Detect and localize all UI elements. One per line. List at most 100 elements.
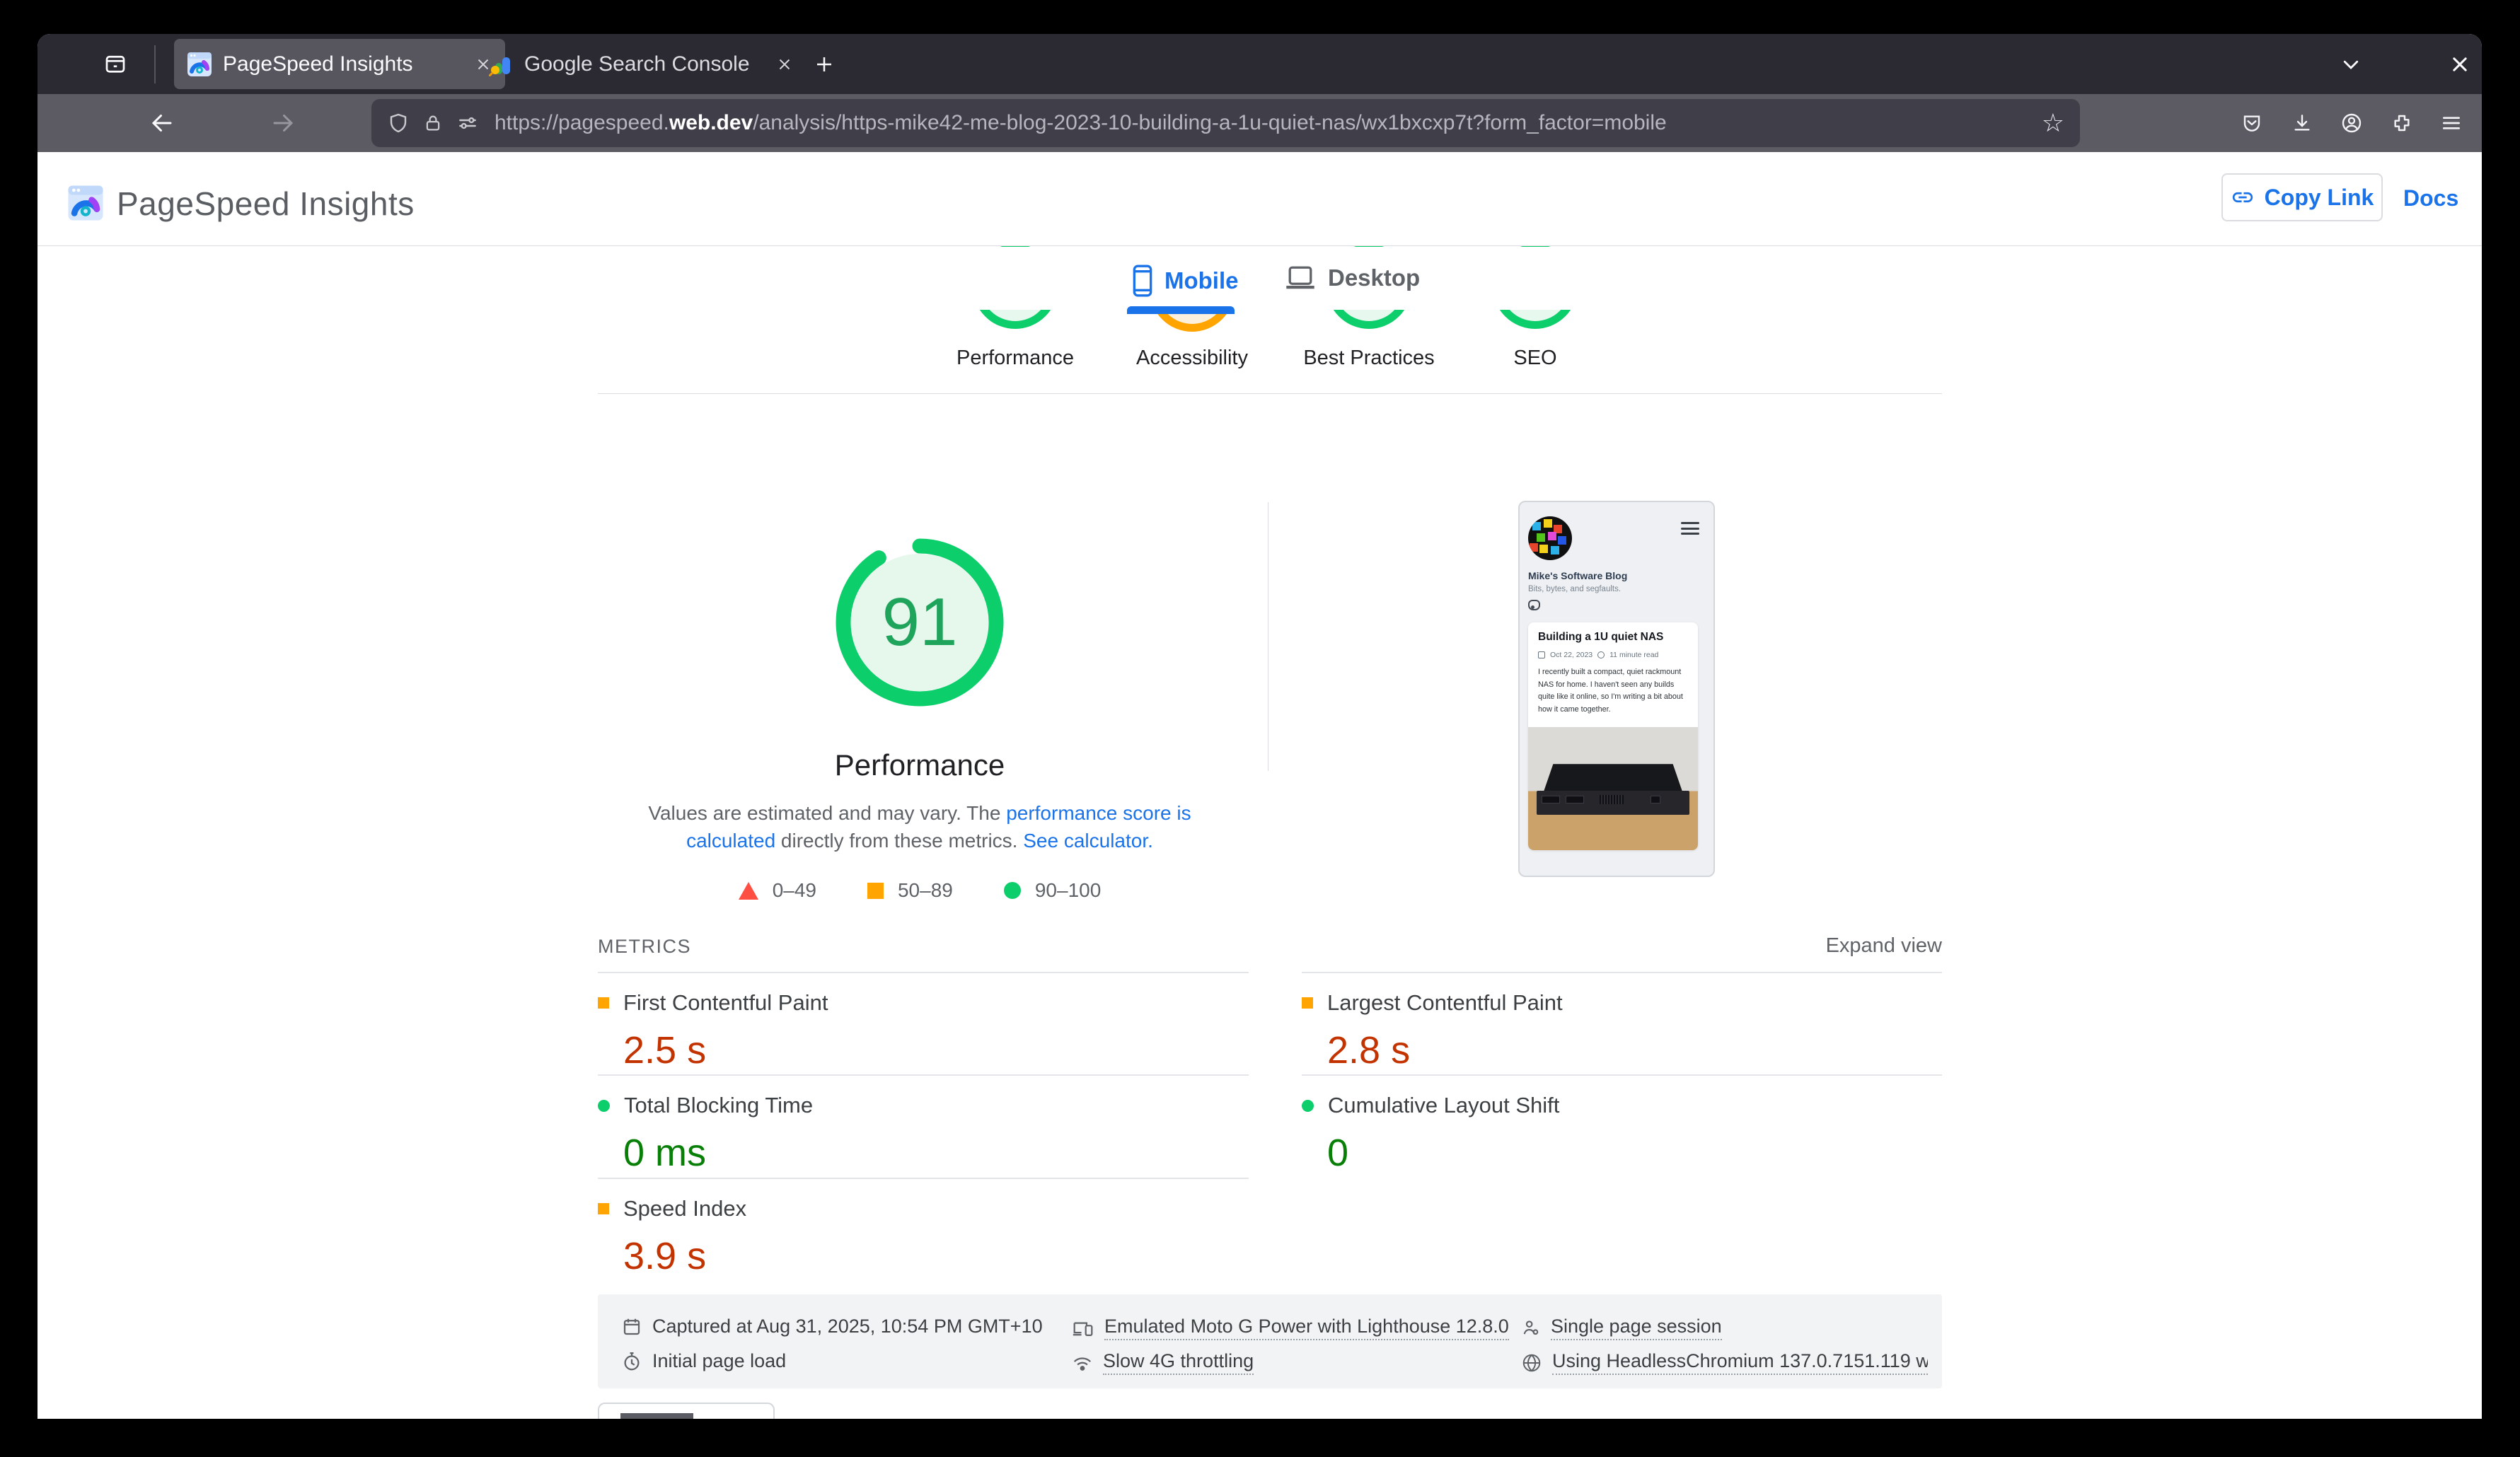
browser-tab-pagespeed[interactable]: PageSpeed Insights: [174, 39, 505, 89]
pagespeed-logo-icon: [67, 185, 104, 221]
thumbnail-site-tagline: Bits, bytes, and segfaults.: [1528, 585, 1621, 593]
device-screenshot-thumbnail[interactable]: Mike's Software Blog Bits, bytes, and se…: [1518, 501, 1715, 877]
browser-window: PageSpeed Insights Google Search Console: [37, 34, 2482, 1419]
metric-value: 2.5 s: [623, 1028, 1249, 1072]
metric-speed-index: Speed Index 3.9 s: [598, 1178, 1249, 1278]
pagespeed-favicon-icon: [187, 52, 212, 77]
orange-square-icon: [598, 1203, 609, 1214]
extensions-icon[interactable]: [2385, 106, 2419, 140]
account-icon[interactable]: [2335, 106, 2369, 140]
expand-view-button[interactable]: Expand view: [1801, 934, 1942, 958]
menu-icon[interactable]: [2434, 106, 2468, 140]
tab-close-icon[interactable]: [775, 55, 794, 74]
tab-desktop-label: Desktop: [1328, 265, 1420, 291]
url-text: https://pagespeed.web.dev/analysis/https…: [495, 111, 2030, 135]
performance-score-gauge: 91: [835, 538, 1005, 707]
thumbnail-server-photo: [1528, 727, 1698, 850]
metrics-heading: METRICS: [598, 936, 691, 958]
back-icon[interactable]: [145, 106, 179, 140]
category-label-seo[interactable]: SEO: [1429, 347, 1641, 370]
navigation-toolbar: https://pagespeed.web.dev/analysis/https…: [37, 94, 2482, 152]
metric-largest-contentful-paint: Largest Contentful Paint 2.8 s: [1302, 972, 1942, 1072]
tab-mobile-label: Mobile: [1164, 267, 1239, 294]
pagespeed-page: PageSpeed Insights Copy Link Docs Mobile: [37, 152, 2482, 1419]
firefox-view-icon[interactable]: [98, 47, 132, 81]
metric-cumulative-layout-shift: Cumulative Layout Shift 0: [1302, 1074, 1942, 1175]
screen: PageSpeed Insights Google Search Console: [0, 0, 2520, 1457]
metric-first-contentful-paint: First Contentful Paint 2.5 s: [598, 972, 1249, 1072]
tab-title: PageSpeed Insights: [223, 52, 413, 76]
tab-separator: [154, 45, 156, 83]
save-to-pocket-icon[interactable]: [2235, 106, 2269, 140]
list-tabs-chevron-icon[interactable]: [2335, 49, 2366, 80]
env-chromium[interactable]: Using HeadlessChromium 137.0.7151.119 wi…: [1521, 1350, 1928, 1375]
copy-link-button[interactable]: Copy Link: [2221, 173, 2383, 221]
metric-value: 3.9 s: [623, 1234, 1249, 1278]
legend-item-pass: 90–100: [1004, 879, 1101, 902]
search-console-favicon-icon: [488, 52, 514, 77]
new-tab-icon[interactable]: [809, 49, 840, 80]
env-session[interactable]: Single page session: [1521, 1316, 1722, 1340]
calendar-icon: [621, 1316, 642, 1337]
person-icon: [1521, 1318, 1541, 1339]
thumbnail-avatar: [1528, 516, 1572, 560]
stopwatch-icon: [621, 1351, 642, 1372]
github-icon: [1528, 600, 1540, 610]
env-page-load: Initial page load: [621, 1350, 786, 1372]
devices-icon: [1072, 1318, 1094, 1339]
url-bar[interactable]: https://pagespeed.web.dev/analysis/https…: [371, 99, 2080, 147]
tab-mobile[interactable]: Mobile: [1132, 264, 1239, 298]
forward-icon[interactable]: [266, 106, 300, 140]
green-circle-icon: [1004, 882, 1021, 899]
tab-bar: PageSpeed Insights Google Search Console: [37, 34, 2482, 94]
docs-link[interactable]: Docs: [2403, 185, 2458, 211]
downloads-icon[interactable]: [2285, 106, 2319, 140]
scroll-cover: [37, 247, 2482, 310]
permissions-icon[interactable]: [456, 112, 479, 134]
env-captured-at: Captured at Aug 31, 2025, 10:54 PM GMT+1…: [621, 1316, 1043, 1337]
desktop-laptop-icon: [1284, 264, 1317, 292]
green-circle-icon: [1302, 1100, 1314, 1112]
divider: [598, 393, 1942, 394]
see-calculator-link[interactable]: See calculator.: [1023, 830, 1153, 852]
metric-total-blocking-time: Total Blocking Time 0 ms: [598, 1074, 1249, 1175]
env-throttling[interactable]: Slow 4G throttling: [1072, 1350, 1254, 1375]
page-title: PageSpeed Insights: [117, 185, 415, 223]
thumbnail-post-excerpt: I recently built a compact, quiet rackmo…: [1538, 666, 1688, 716]
thumbnail-post-meta: Oct 22, 2023 11 minute read: [1538, 651, 1658, 659]
calendar-small-icon: [1538, 651, 1545, 658]
thumbnail-post-card: Building a 1U quiet NAS Oct 22, 2023 11 …: [1528, 622, 1698, 850]
tracking-shield-icon[interactable]: [387, 112, 410, 134]
clock-small-icon: [1597, 651, 1605, 658]
link-icon: [2231, 185, 2255, 209]
thumbnail-hamburger-icon: [1681, 522, 1699, 535]
lock-icon[interactable]: [422, 112, 444, 134]
performance-score-value: 91: [835, 538, 1005, 707]
score-disclaimer: Values are estimated and may vary. The p…: [626, 799, 1213, 854]
orange-square-icon: [598, 997, 609, 1009]
score-legend: 0–49 50–89 90–100: [672, 879, 1167, 902]
bookmark-star-icon[interactable]: ☆: [2042, 108, 2064, 138]
globe-icon: [1521, 1352, 1542, 1374]
tab-desktop[interactable]: Desktop: [1284, 264, 1420, 292]
red-triangle-icon: [739, 882, 758, 900]
metric-value: 0: [1327, 1131, 1942, 1175]
metric-value: 0 ms: [623, 1131, 1249, 1175]
window-close-icon[interactable]: [2444, 49, 2475, 80]
browser-tab-search-console[interactable]: Google Search Console: [475, 39, 807, 89]
active-tab-underline: [1127, 306, 1235, 314]
env-emulated-device[interactable]: Emulated Moto G Power with Lighthouse 12…: [1072, 1316, 1509, 1340]
tab-title: Google Search Console: [524, 52, 750, 76]
thumbnail-post-title: Building a 1U quiet NAS: [1538, 631, 1663, 644]
performance-section-title: Performance: [778, 748, 1061, 782]
mobile-phone-icon: [1132, 264, 1153, 298]
copy-link-label: Copy Link: [2265, 185, 2374, 211]
orange-square-icon: [867, 883, 884, 899]
psi-header: PageSpeed Insights Copy Link Docs: [37, 152, 2482, 246]
thumbnail-site-title: Mike's Software Blog: [1528, 570, 1627, 581]
metric-value: 2.8 s: [1327, 1028, 1942, 1072]
next-section-cutoff: [598, 1403, 775, 1419]
filmstrip-thumbnail: [620, 1413, 693, 1419]
environment-bar: Captured at Aug 31, 2025, 10:54 PM GMT+1…: [598, 1294, 1942, 1388]
legend-item-average: 50–89: [867, 879, 953, 902]
